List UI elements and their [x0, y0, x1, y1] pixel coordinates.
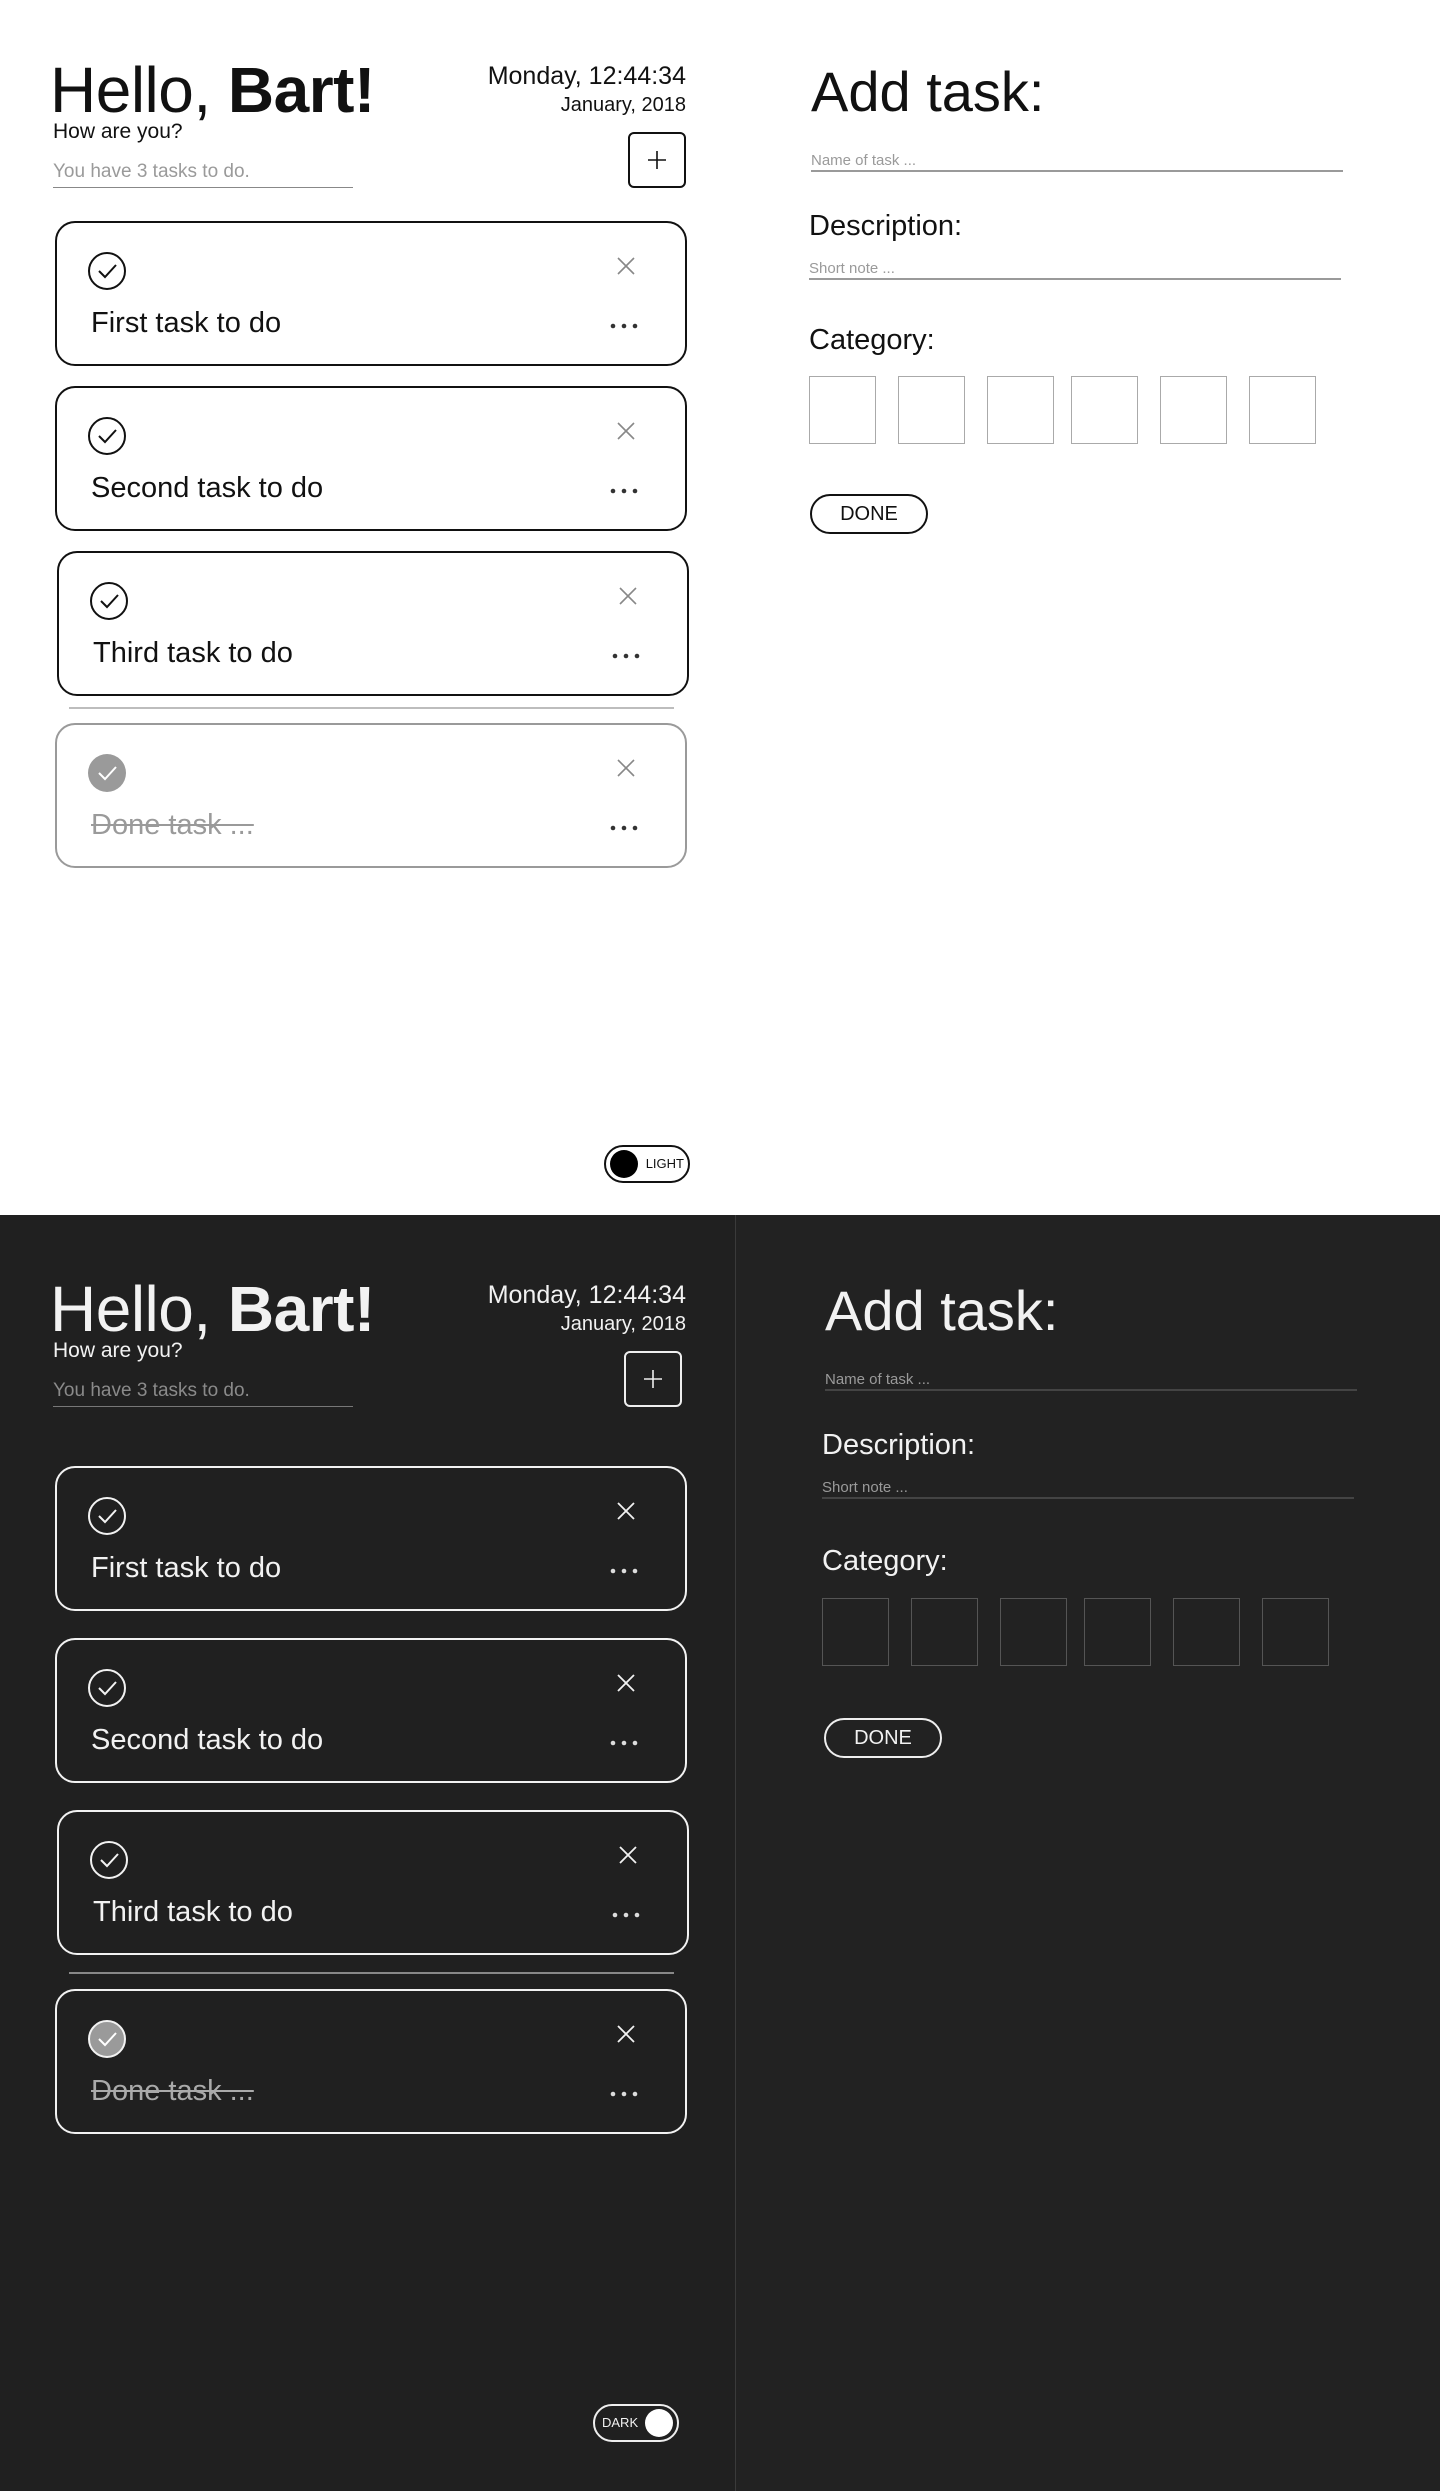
category-option[interactable] — [1173, 1598, 1240, 1666]
add-task-button[interactable] — [628, 132, 686, 188]
more-dots-icon[interactable] — [611, 652, 641, 660]
more-dots-icon[interactable] — [611, 1911, 641, 1919]
more-dots-icon[interactable] — [609, 1739, 639, 1747]
date-time: Monday, 12:44:34 — [487, 62, 686, 90]
more-dots-icon[interactable] — [609, 2090, 639, 2098]
dark-theme-panel: Hello, Bart! How are you? You have 3 tas… — [0, 1215, 1440, 2491]
description-label: Description: — [809, 210, 963, 242]
task-label: Done task ... — [91, 809, 254, 841]
done-button[interactable]: DONE — [824, 1718, 942, 1758]
date-month-year: January, 2018 — [560, 1313, 686, 1335]
toggle-label: DARK — [602, 2415, 639, 2430]
greeting-name: Bart! — [227, 1273, 375, 1345]
description-label: Description: — [822, 1429, 976, 1461]
close-icon[interactable] — [615, 1500, 637, 1522]
task-name-input[interactable] — [825, 1359, 1357, 1391]
subtitle: How are you? — [53, 120, 183, 143]
check-circle-icon[interactable] — [89, 1840, 129, 1880]
task-card[interactable]: Second task to do — [55, 386, 687, 531]
category-option[interactable] — [1160, 376, 1227, 444]
done-separator — [69, 707, 674, 709]
tasks-count: You have 3 tasks to do. — [53, 162, 353, 188]
more-dots-icon[interactable] — [609, 487, 639, 495]
done-button[interactable]: DONE — [810, 494, 928, 534]
check-circle-icon[interactable] — [89, 581, 129, 621]
category-option[interactable] — [1249, 376, 1316, 444]
greeting: Hello, Bart! — [50, 58, 375, 122]
category-option[interactable] — [1262, 1598, 1329, 1666]
plus-icon — [648, 151, 666, 169]
category-label: Category: — [822, 1545, 948, 1577]
task-label: Third task to do — [93, 637, 293, 669]
task-label: First task to do — [91, 307, 282, 339]
check-circle-icon[interactable] — [87, 753, 127, 793]
category-option[interactable] — [898, 376, 965, 444]
task-card[interactable]: First task to do — [55, 221, 687, 366]
close-icon[interactable] — [615, 420, 637, 442]
task-label: Third task to do — [93, 1896, 293, 1928]
task-card-done[interactable]: Done task ... — [55, 723, 687, 868]
category-option[interactable] — [1071, 376, 1138, 444]
close-icon[interactable] — [615, 1672, 637, 1694]
task-label: Second task to do — [91, 472, 324, 504]
more-dots-icon[interactable] — [609, 824, 639, 832]
category-option[interactable] — [809, 376, 876, 444]
theme-toggle[interactable]: LIGHT — [604, 1145, 690, 1183]
close-icon[interactable] — [617, 585, 639, 607]
description-input[interactable] — [809, 248, 1341, 280]
greeting-prefix: Hello, — [50, 1273, 228, 1345]
category-option[interactable] — [911, 1598, 978, 1666]
task-label: Second task to do — [91, 1724, 324, 1756]
greeting-prefix: Hello, — [50, 54, 228, 126]
category-option[interactable] — [987, 376, 1054, 444]
tasks-count: You have 3 tasks to do. — [53, 1381, 353, 1407]
greeting-name: Bart! — [227, 54, 375, 126]
theme-toggle[interactable]: DARK — [593, 2404, 679, 2442]
toggle-knob — [645, 2409, 673, 2437]
category-option[interactable] — [822, 1598, 889, 1666]
subtitle: How are you? — [53, 1339, 183, 1362]
check-circle-icon[interactable] — [87, 2019, 127, 2059]
task-card[interactable]: First task to do — [55, 1466, 687, 1611]
greeting: Hello, Bart! — [50, 1277, 375, 1341]
close-icon[interactable] — [617, 1844, 639, 1866]
check-circle-icon[interactable] — [87, 416, 127, 456]
description-input[interactable] — [822, 1467, 1354, 1499]
close-icon[interactable] — [615, 757, 637, 779]
date-month-year: January, 2018 — [560, 94, 686, 116]
close-icon[interactable] — [615, 255, 637, 277]
task-label: First task to do — [91, 1552, 282, 1584]
task-card[interactable]: Second task to do — [55, 1638, 687, 1783]
close-icon[interactable] — [615, 2023, 637, 2045]
done-separator — [69, 1972, 674, 1974]
plus-icon — [644, 1370, 662, 1388]
check-circle-icon[interactable] — [87, 1668, 127, 1708]
form-panel-background — [735, 1215, 1440, 2491]
task-card-done[interactable]: Done task ... — [55, 1989, 687, 2134]
category-option[interactable] — [1000, 1598, 1067, 1666]
form-title: Add task: — [811, 60, 1045, 123]
more-dots-icon[interactable] — [609, 322, 639, 330]
category-label: Category: — [809, 324, 935, 356]
task-card[interactable]: Third task to do — [57, 551, 689, 696]
check-circle-icon[interactable] — [87, 1496, 127, 1536]
toggle-knob — [610, 1150, 638, 1178]
check-circle-icon[interactable] — [87, 251, 127, 291]
form-title: Add task: — [825, 1279, 1059, 1342]
task-name-input[interactable] — [811, 140, 1343, 172]
more-dots-icon[interactable] — [609, 1567, 639, 1575]
category-option[interactable] — [1084, 1598, 1151, 1666]
light-theme-panel: Hello, Bart! How are you? You have 3 tas… — [0, 0, 1440, 1215]
task-label: Done task ... — [91, 2075, 254, 2107]
toggle-label: LIGHT — [645, 1156, 684, 1171]
task-card[interactable]: Third task to do — [57, 1810, 689, 1955]
date-time: Monday, 12:44:34 — [487, 1281, 686, 1309]
add-task-button[interactable] — [624, 1351, 682, 1407]
